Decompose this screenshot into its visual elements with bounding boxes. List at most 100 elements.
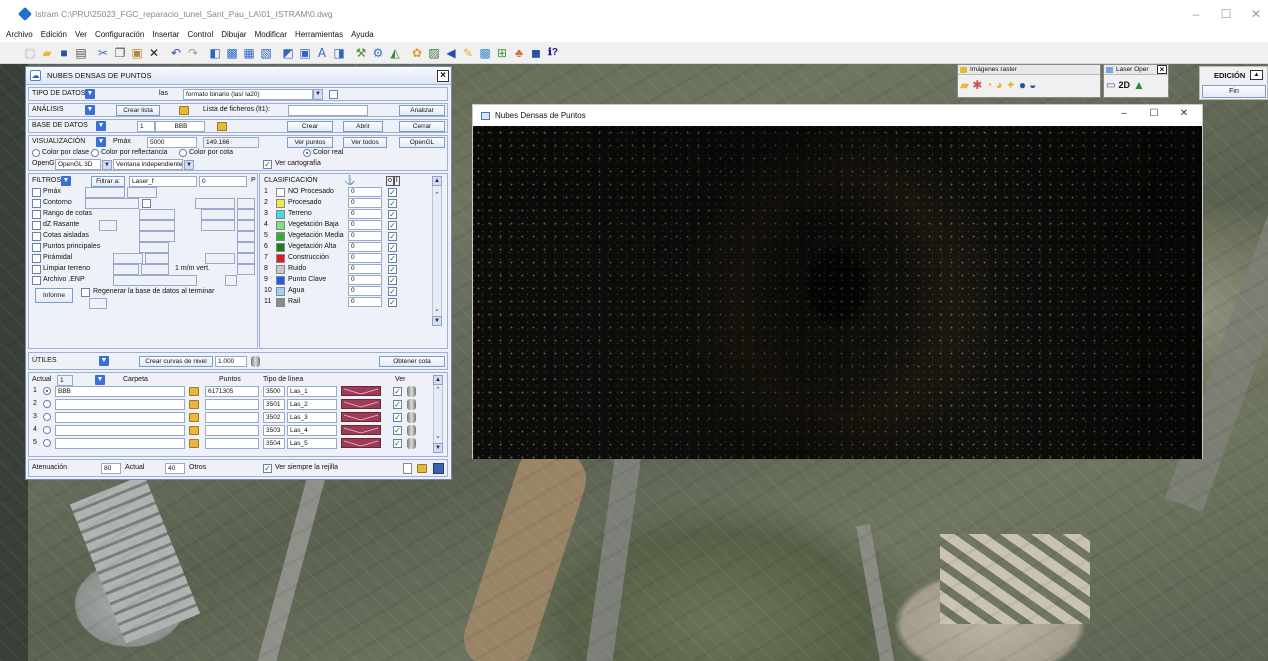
- close-button[interactable]: ✕: [1236, 0, 1268, 28]
- class-count[interactable]: 0: [348, 231, 382, 241]
- filter-field[interactable]: [205, 253, 235, 264]
- menu-configuracion[interactable]: Configuración: [91, 28, 148, 42]
- open-folder-icon[interactable]: [417, 464, 427, 473]
- rango-cotas-checkbox[interactable]: [32, 210, 41, 219]
- grid-icon[interactable]: ⊞: [494, 45, 510, 61]
- filter-field[interactable]: [201, 209, 235, 220]
- menu-dibujar[interactable]: Dibujar: [217, 28, 250, 42]
- filter-field[interactable]: [139, 231, 175, 242]
- file-line-name[interactable]: Las_2: [287, 399, 337, 410]
- menu-archivo[interactable]: Archivo: [2, 28, 37, 42]
- class-color-swatch[interactable]: [276, 254, 285, 263]
- edicion-collapse-button[interactable]: ▲: [1250, 70, 1263, 80]
- file-folder-icon[interactable]: [189, 387, 199, 396]
- menu-control[interactable]: Control: [183, 28, 217, 42]
- scroll-up-icon[interactable]: ▲: [432, 176, 442, 186]
- informe-button[interactable]: Informe: [35, 288, 73, 303]
- raster-globe-icon[interactable]: ◒: [1029, 78, 1036, 92]
- archivo-enp-checkbox[interactable]: [32, 276, 41, 285]
- file-line-code[interactable]: 3502: [263, 412, 285, 423]
- filter-field[interactable]: [113, 264, 139, 275]
- limpiar-terreno-checkbox[interactable]: [32, 265, 41, 274]
- class-count[interactable]: 0: [348, 209, 382, 219]
- file-line-type-swatch[interactable]: [341, 412, 381, 422]
- pencil-icon[interactable]: ✎: [460, 45, 476, 61]
- filter-field[interactable]: [237, 264, 255, 275]
- filter-field[interactable]: [139, 242, 169, 253]
- filter-field[interactable]: [99, 220, 117, 231]
- filter-field[interactable]: [237, 209, 255, 220]
- pc-minimize-button[interactable]: –: [1109, 108, 1139, 119]
- class-color-swatch[interactable]: [276, 210, 285, 219]
- filter-field[interactable]: [225, 275, 237, 286]
- file-visible-checkbox[interactable]: ✓: [393, 387, 402, 396]
- lista-input[interactable]: [288, 105, 368, 116]
- file-visible-checkbox[interactable]: ✓: [393, 413, 402, 422]
- class-visible-checkbox[interactable]: ✓: [388, 298, 397, 307]
- file-line-type-swatch[interactable]: [341, 399, 381, 409]
- regenerar-checkbox[interactable]: [81, 288, 90, 297]
- class-color-swatch[interactable]: [276, 199, 285, 208]
- tool-icon[interactable]: ⚒: [353, 45, 369, 61]
- raster-edit-icon[interactable]: ◕: [996, 78, 1003, 92]
- class-count[interactable]: 0: [348, 198, 382, 208]
- pc-maximize-button[interactable]: ☐: [1139, 108, 1169, 119]
- opengl-mode-select[interactable]: OpenGL 3D: [55, 159, 101, 170]
- tree-icon[interactable]: ♣: [511, 45, 527, 61]
- filter-field[interactable]: [139, 220, 175, 231]
- file-database-icon[interactable]: [407, 386, 416, 397]
- filter-field[interactable]: [237, 242, 255, 253]
- file-folder-icon[interactable]: [189, 413, 199, 422]
- ver-rejilla-checkbox[interactable]: ✓: [263, 464, 272, 473]
- file-folder[interactable]: [55, 425, 185, 436]
- copy-icon[interactable]: ❐: [112, 45, 128, 61]
- database-icon[interactable]: [251, 356, 260, 367]
- base-num-input[interactable]: 1: [137, 121, 155, 132]
- actual-footer-input[interactable]: 40: [165, 463, 185, 474]
- file-line-name[interactable]: Las_4: [287, 425, 337, 436]
- view2-icon[interactable]: ▣: [297, 45, 313, 61]
- filter-field[interactable]: [237, 253, 255, 264]
- dialog-close-button[interactable]: ×: [437, 70, 449, 82]
- files-scroll-down-chevron-icon[interactable]: ⌄: [435, 432, 441, 442]
- file-line-type-swatch[interactable]: [341, 386, 381, 396]
- archivos-scrollbar[interactable]: ▲ ⌃ ⌄ ▼: [433, 375, 443, 453]
- raster-open-icon[interactable]: ▰: [960, 78, 969, 92]
- file-folder[interactable]: BBB: [55, 386, 185, 397]
- window-mode-select[interactable]: Ventana independiente: [113, 159, 183, 170]
- palette-icon[interactable]: ✿: [409, 45, 425, 61]
- archivos-dropdown-icon[interactable]: ▼: [95, 375, 105, 385]
- scroll-down-chevron-icon[interactable]: ⌄: [434, 305, 440, 315]
- atenuacion-input[interactable]: 80: [101, 463, 121, 474]
- point-cloud-viewport[interactable]: [473, 126, 1202, 459]
- visualizacion-dropdown-icon[interactable]: ▼: [96, 137, 106, 147]
- menu-ayuda[interactable]: Ayuda: [347, 28, 378, 42]
- base-name-input[interactable]: BBB: [155, 121, 205, 132]
- utiles-dropdown-icon[interactable]: ▼: [99, 356, 109, 366]
- file-database-icon[interactable]: [407, 412, 416, 423]
- class-color-swatch[interactable]: [276, 243, 285, 252]
- class-count[interactable]: 0: [348, 297, 382, 307]
- laser-close-button[interactable]: ×: [1157, 65, 1167, 74]
- class-count[interactable]: 0: [348, 242, 382, 252]
- tool3-icon[interactable]: ◭: [387, 45, 403, 61]
- class-count[interactable]: 0: [348, 286, 382, 296]
- color-cota-radio[interactable]: [179, 149, 187, 157]
- filter-field[interactable]: [145, 253, 169, 264]
- filtrar-value-input[interactable]: 0: [199, 176, 247, 187]
- tool2-icon[interactable]: ⚙: [370, 45, 386, 61]
- file-line-name[interactable]: Las_3: [287, 412, 337, 423]
- scroll-up-chevron-icon[interactable]: ⌃: [434, 191, 440, 201]
- book-icon[interactable]: ◼: [528, 45, 544, 61]
- filtrar-button[interactable]: Filtrar a:: [91, 176, 125, 187]
- file-folder[interactable]: [55, 438, 185, 449]
- file-line-type-swatch[interactable]: [341, 425, 381, 435]
- contorno-checkbox[interactable]: [32, 199, 41, 208]
- fin-button[interactable]: Fin: [1202, 85, 1266, 98]
- arrow-icon[interactable]: ◀: [443, 45, 459, 61]
- class-color-swatch[interactable]: [276, 232, 285, 241]
- file-line-code[interactable]: 3503: [263, 425, 285, 436]
- class-color-swatch[interactable]: [276, 265, 285, 274]
- cerrar-button[interactable]: Cerrar: [399, 121, 445, 132]
- file-active-radio[interactable]: [43, 426, 51, 434]
